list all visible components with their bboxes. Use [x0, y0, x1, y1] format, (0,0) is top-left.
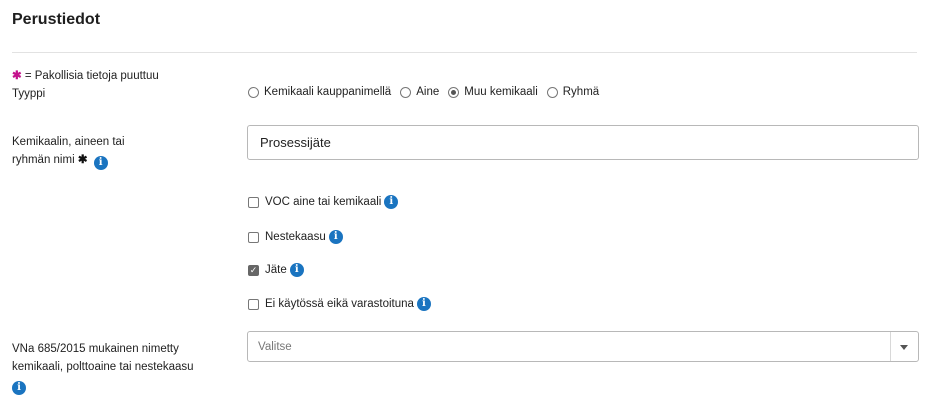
info-icon[interactable]: i — [12, 381, 26, 395]
name-label: Kemikaalin, aineen tai ryhmän nimi ✱ i — [12, 133, 125, 170]
radio-label: Muu kemikaali — [464, 86, 538, 98]
info-icon[interactable]: i — [384, 195, 399, 209]
vna-label: VNa 685/2015 mukainen nimetty kemikaali,… — [12, 340, 194, 395]
radio-option-muu-kemikaali[interactable]: Muu kemikaali — [448, 86, 538, 98]
vna-select[interactable]: Valitse — [247, 331, 919, 362]
vna-label-line2: kemikaali, polttoaine tai nestekaasu — [12, 361, 194, 373]
checkbox[interactable] — [248, 298, 259, 310]
section-title: Perustiedot — [12, 11, 101, 28]
name-label-line1: Kemikaalin, aineen tai — [12, 136, 125, 148]
radio-option-ryhma[interactable]: Ryhmä — [546, 86, 600, 98]
checkbox-label: Jäte — [265, 264, 287, 276]
required-note: ✱ = Pakollisia tietoja puuttuu — [12, 67, 159, 85]
checkbox-label: Nestekaasu — [265, 231, 326, 243]
type-radio-group: Kemikaali kauppanimellä Aine Muu kemikaa… — [248, 86, 608, 98]
radio-label: Ryhmä — [562, 86, 600, 98]
checkbox-label: Ei käytössä eikä varastoituna — [265, 298, 414, 310]
type-label: Tyyppi — [12, 88, 46, 100]
select-separator — [890, 332, 891, 361]
select-placeholder: Valitse — [258, 340, 292, 353]
required-star: ✱ — [77, 154, 88, 166]
info-icon[interactable]: i — [328, 230, 343, 244]
checkbox-checked[interactable]: ✓ — [248, 264, 259, 276]
checkbox[interactable] — [248, 196, 259, 208]
checkbox-jate[interactable]: ✓ Jäte i — [248, 263, 304, 277]
radio-label: Kemikaali kauppanimellä — [264, 86, 392, 98]
checkbox-ei-kaytossa[interactable]: Ei käytössä eikä varastoituna i — [248, 297, 431, 311]
checkbox-voc[interactable]: VOC aine tai kemikaali i — [248, 195, 399, 209]
info-icon[interactable]: i — [416, 297, 431, 311]
vna-label-line1: VNa 685/2015 mukainen nimetty — [12, 343, 179, 355]
info-icon[interactable]: i — [93, 156, 108, 170]
chevron-down-icon[interactable] — [900, 345, 908, 350]
section-divider — [12, 52, 917, 53]
radio-button[interactable] — [546, 86, 558, 98]
required-star: ✱ — [12, 70, 22, 82]
radio-button[interactable] — [248, 86, 259, 98]
checkbox-label: VOC aine tai kemikaali — [265, 196, 382, 208]
checkbox-nestekaasu[interactable]: Nestekaasu i — [248, 230, 343, 244]
radio-button[interactable] — [400, 86, 412, 98]
chemical-name-input[interactable]: Prosessijäte — [247, 125, 919, 160]
info-icon[interactable]: i — [289, 263, 304, 277]
name-label-line2: ryhmän nimi ✱ i — [12, 151, 125, 170]
radio-option-aine[interactable]: Aine — [400, 86, 439, 98]
radio-option-kauppanimi[interactable]: Kemikaali kauppanimellä — [248, 86, 391, 98]
radio-button-selected[interactable] — [448, 86, 460, 98]
checkbox[interactable] — [248, 231, 259, 243]
required-note-text: = Pakollisia tietoja puuttuu — [24, 70, 159, 82]
radio-label: Aine — [416, 86, 440, 98]
